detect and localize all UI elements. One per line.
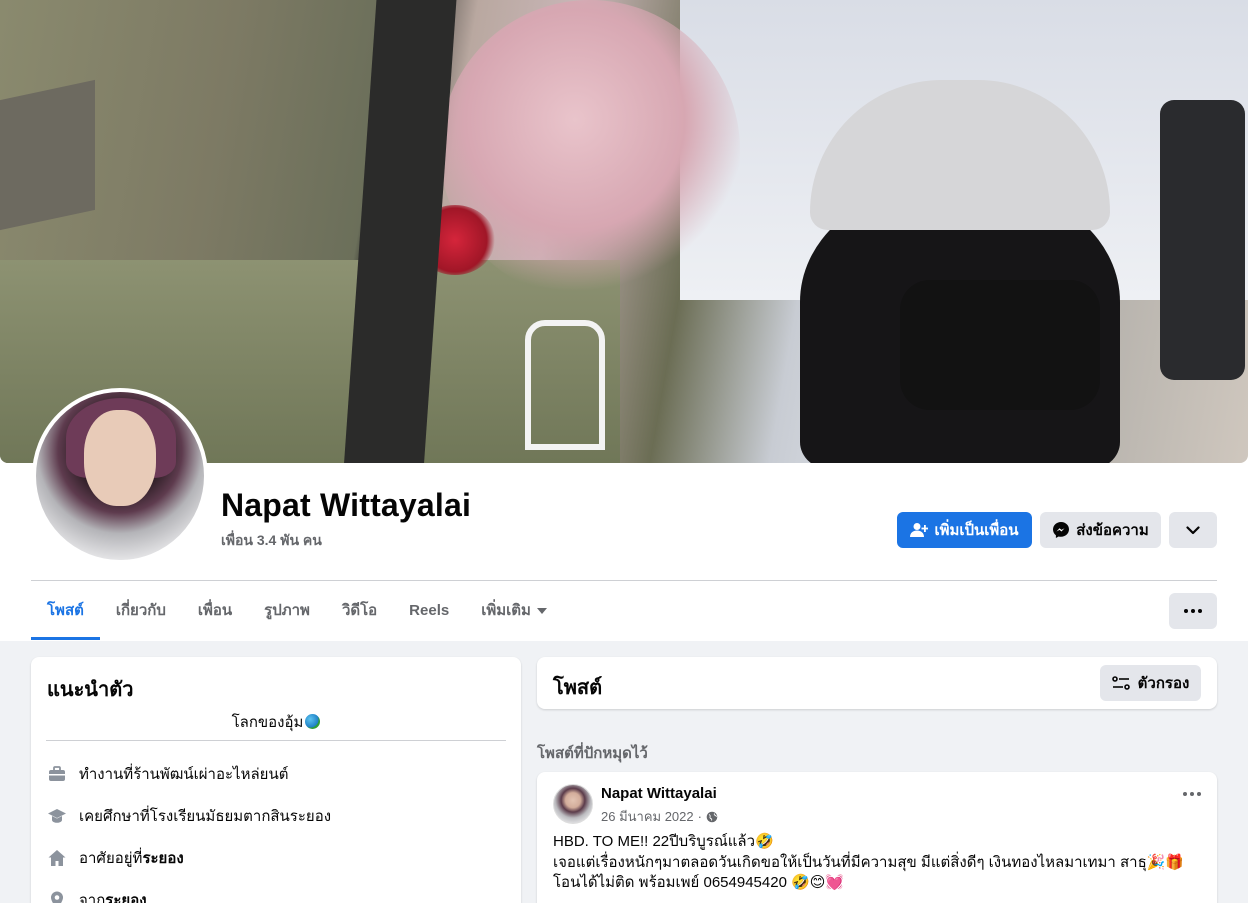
intro-card: แนะนำตัว โลกของอุ้ม ทำงานที่ ร้านพัฒน์เผ… <box>31 657 521 903</box>
post-line: HBD. TO ME!! 22ปีบริบูรณ์แล้ว🤣 <box>553 833 774 850</box>
profile-avatar[interactable] <box>32 388 208 564</box>
profile-name: Napat Wittayalai <box>221 487 472 523</box>
message-button[interactable]: ส่งข้อความ <box>1040 512 1161 548</box>
caret-down-icon <box>536 608 547 615</box>
hometown[interactable]: ระยอง <box>105 888 146 903</box>
tab-videos[interactable]: วิดีโอ <box>326 592 393 640</box>
tab-photos[interactable]: รูปภาพ <box>248 592 326 640</box>
message-label: ส่งข้อความ <box>1076 522 1149 539</box>
dot <box>1184 609 1188 613</box>
tabs-more-options-button[interactable] <box>1169 593 1217 629</box>
tab-label: รูปภาพ <box>264 602 310 619</box>
tab-label: เพิ่มเติม <box>481 602 531 619</box>
posts-header-card: โพสต์ ตัวกรอง <box>537 657 1217 709</box>
intro-divider <box>46 740 506 741</box>
posts-title: โพสต์ <box>553 677 603 699</box>
post-line: เจอแต่เรื่องหนักๆมาตลอดวันเกิดขอให้เป็นว… <box>553 853 1185 871</box>
intro-from: จาก ระยอง <box>47 888 147 903</box>
dot <box>1198 609 1202 613</box>
messenger-icon <box>1053 522 1070 538</box>
filter-label: ตัวกรอง <box>1137 675 1190 692</box>
intro-from-prefix: จาก <box>79 892 106 903</box>
work-place[interactable]: ร้านพัฒน์เผ่าอะไหล่ยนต์ <box>133 762 288 786</box>
intro-work-prefix: ทำงานที่ <box>79 766 134 783</box>
cover-bench <box>0 79 95 231</box>
tab-posts[interactable]: โพสต์ <box>31 592 100 640</box>
post-text: HBD. TO ME!! 22ปีบริบูรณ์แล้ว🤣 เจอแต่เรื… <box>553 832 1184 894</box>
avatar-face <box>84 410 156 506</box>
tab-reels[interactable]: Reels <box>393 592 465 640</box>
post-author-name[interactable]: Napat Wittayalai <box>601 785 717 802</box>
tab-more[interactable]: เพิ่มเติม <box>465 592 563 640</box>
friends-count[interactable]: เพื่อน 3.4 พัน คน <box>221 530 322 552</box>
post-line: โอนได้ไม่ติด พร้อมเพย์ 0654945420 🤣😊💓 <box>553 874 845 891</box>
dot <box>1191 609 1195 613</box>
intro-lives-prefix: อาศัยอยู่ที่ <box>79 850 143 867</box>
tab-label: Reels <box>409 602 450 619</box>
current-city[interactable]: ระยอง <box>142 846 183 870</box>
intro-lives-in: อาศัยอยู่ที่ ระยอง <box>47 846 184 870</box>
tab-label: เพื่อน <box>197 602 233 619</box>
meta-separator: · <box>697 809 702 824</box>
cover-phone <box>1160 100 1245 380</box>
tab-label: วิดีโอ <box>341 602 378 619</box>
post-author-avatar[interactable] <box>553 784 593 824</box>
profile-header: Napat Wittayalai เพื่อน 3.4 พัน คน เพิ่ม… <box>0 0 1248 641</box>
home-icon <box>48 850 66 866</box>
chevron-down-icon <box>1186 525 1200 534</box>
filter-button[interactable]: ตัวกรอง <box>1100 665 1201 701</box>
header-divider <box>31 580 1217 581</box>
location-pin-icon <box>51 891 63 903</box>
post-date[interactable]: 26 มีนาคม 2022 <box>601 806 694 827</box>
intro-education: เคยศึกษาที่ โรงเรียนมัธยมตากสินระยอง <box>47 804 331 828</box>
cover-mask <box>900 280 1100 410</box>
dot <box>1190 792 1194 796</box>
graduation-cap-icon <box>48 809 66 823</box>
dot <box>1197 792 1201 796</box>
pinned-posts-label: โพสต์ที่ปักหมุดไว้ <box>537 745 648 762</box>
cover-chair <box>525 320 605 450</box>
pinned-post: Napat Wittayalai 26 มีนาคม 2022 · HBD. T… <box>537 772 1217 903</box>
add-friend-button[interactable]: เพิ่มเป็นเพื่อน <box>897 512 1032 548</box>
tab-label: เกี่ยวกับ <box>115 602 166 619</box>
bio-text: โลกของอุ้ม <box>231 714 304 731</box>
earth-globe-icon <box>305 714 321 729</box>
briefcase-icon <box>49 766 65 781</box>
tab-about[interactable]: เกี่ยวกับ <box>100 592 182 640</box>
profile-more-button[interactable] <box>1169 512 1217 548</box>
post-options-button[interactable] <box>1183 792 1201 796</box>
tab-friends[interactable]: เพื่อน <box>182 592 248 640</box>
profile-tabs: โพสต์ เกี่ยวกับ เพื่อน รูปภาพ วิดีโอ Ree… <box>31 592 563 640</box>
school-name[interactable]: โรงเรียนมัธยมตากสินระยอง <box>150 804 331 828</box>
add-friend-label: เพิ่มเป็นเพื่อน <box>934 522 1019 539</box>
tab-label: โพสต์ <box>47 602 84 619</box>
globe-icon[interactable] <box>706 811 718 823</box>
intro-title: แนะนำตัว <box>47 679 134 701</box>
intro-education-prefix: เคยศึกษาที่ <box>79 808 150 825</box>
add-friend-icon <box>910 523 929 537</box>
intro-work: ทำงานที่ ร้านพัฒน์เผ่าอะไหล่ยนต์ <box>47 762 288 786</box>
post-meta: 26 มีนาคม 2022 · <box>601 806 718 827</box>
cover-photo[interactable] <box>0 0 1248 463</box>
filter-icon <box>1111 676 1130 690</box>
intro-bio: โลกของอุ้ม <box>31 710 521 734</box>
dot <box>1183 792 1187 796</box>
